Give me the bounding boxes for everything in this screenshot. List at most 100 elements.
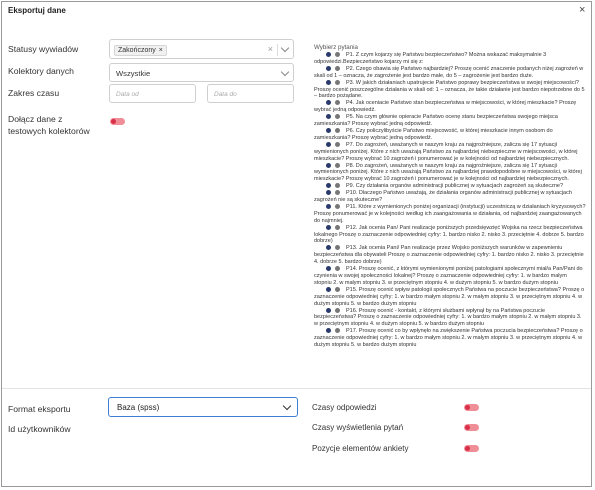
question-item[interactable]: P14. Proszę ocenić, z którymi wymieniony… [314,266,586,287]
date-to-placeholder: Data do [214,91,237,98]
statusy-label: Statusy wywiadów [8,44,79,54]
zakres-label: Zakres czasu [8,88,60,98]
info-dot-icon [335,266,340,272]
info-dot-icon [335,65,340,71]
select-dot-icon[interactable] [326,183,331,189]
question-item[interactable]: P17. Proszę ocenić co by wpłynęło na zwi… [314,328,586,349]
info-dot-icon [335,190,340,196]
dialog-title: Eksportuj dane [8,6,66,15]
question-text: P13. Jak ocenia Pani/ Pan realizacje prz… [314,245,584,266]
format-label: Format eksportu [8,404,71,414]
select-dot-icon[interactable] [326,100,331,106]
question-item[interactable]: P13. Jak ocenia Pani/ Pan realizacje prz… [314,245,586,266]
status-chip: Zakończony × [114,45,167,56]
questions-list: P1. Z czym kojarzy się Państwu bezpiecze… [314,52,586,349]
question-text: P1. Z czym kojarzy się Państwu bezpiecze… [314,52,547,65]
question-text: P16. Proszę ocenić - kontakt, z którymi … [314,307,582,328]
select-dot-icon[interactable] [326,203,331,209]
question-text: P3. W jakich działaniach upatrujecie Pań… [314,79,585,100]
dolacz-label-line2: testowych kolektorów [8,126,90,136]
question-text: P11. Które z wymienionych poniżej organi… [314,203,586,224]
date-to-input[interactable]: Data do [207,84,294,103]
question-text: P12. Jak ocenia Pan/ Pani realizacje pon… [314,224,584,245]
question-text: P17. Proszę ocenić co by wpłynęło na zwi… [314,328,583,349]
question-text: P9. Czy działania organów administracji … [346,183,564,190]
select-dot-icon[interactable] [326,328,331,334]
question-text: P7. Do zagrożeń, uważanych w naszym kraj… [314,141,578,162]
question-item[interactable]: P5. Na czym głównie opieracie Państwo oc… [314,114,586,128]
question-item[interactable]: P8. Do zagrożeń, uważanych w naszym kraj… [314,162,586,184]
info-dot-icon [335,286,340,292]
question-text: P10. Dlaczego Państwo uważają, że działa… [314,190,572,204]
export-dialog: Eksportuj dane × Statusy wywiadów Zakońc… [1,1,592,487]
czasy-wyswietlenia-toggle[interactable] [464,424,479,431]
question-text: P15. Proszę ocenić wpływ patologii społe… [314,286,585,307]
chevron-down-icon[interactable] [280,67,290,77]
questions-title: Wybierz pytania [314,44,358,51]
info-dot-icon [335,245,340,251]
question-text: P2. Czego obawia się Państwo najbardziej… [314,65,584,79]
info-dot-icon [335,307,340,313]
select-dot-icon[interactable] [326,266,331,272]
question-item[interactable]: P3. W jakich działaniach upatrujecie Pań… [314,79,586,101]
pozycje-toggle[interactable] [464,445,479,452]
question-text: P4. Jak oceniacie Państwo stan bezpiecze… [314,100,577,114]
info-dot-icon [335,328,340,334]
id-users-label: Id użytkowników [8,424,71,434]
select-dot-icon[interactable] [326,52,331,57]
czasy-wyswietlenia-label: Czasy wyświetlenia pytań [312,423,404,432]
select-separator [277,44,278,56]
format-select[interactable]: Baza (spss) [108,397,298,417]
info-dot-icon [335,162,340,168]
chevron-down-icon[interactable] [282,401,292,411]
question-item[interactable]: P1. Z czym kojarzy się Państwu bezpiecze… [314,52,586,66]
question-item[interactable]: P7. Do zagrożeń, uważanych w naszym kraj… [314,141,586,163]
info-dot-icon [335,224,340,230]
select-dot-icon[interactable] [326,224,331,230]
question-item[interactable]: P6. Czy policzylibyście Państwo miejscow… [314,127,586,142]
status-chip-label: Zakończony [118,47,156,54]
question-item[interactable]: P10. Dlaczego Państwo uważają, że działa… [314,190,586,204]
date-from-input[interactable]: Data od [109,84,196,103]
question-item[interactable]: P9. Czy działania organów administracji … [314,183,586,190]
info-dot-icon [335,114,340,120]
close-icon[interactable]: × [579,5,585,16]
clear-icon[interactable]: × [268,44,273,54]
question-item[interactable]: P2. Czego obawia się Państwo najbardziej… [314,65,586,80]
info-dot-icon [335,127,340,133]
question-text: P8. Do zagrożeń, uważanych w naszym kraj… [314,162,582,183]
select-dot-icon[interactable] [326,65,331,71]
info-dot-icon [335,100,340,106]
czasy-odpowiedzi-label: Czasy odpowiedzi [312,403,377,412]
kolektory-label: Kolektory danych [8,66,74,76]
select-dot-icon[interactable] [326,162,331,168]
select-dot-icon[interactable] [326,307,331,313]
format-value: Baza (spss) [117,403,160,412]
select-dot-icon[interactable] [326,114,331,120]
question-text: P5. Na czym głównie opieracie Państwo oc… [314,114,558,128]
divider [2,388,591,389]
select-dot-icon[interactable] [326,79,331,85]
question-item[interactable]: P12. Jak ocenia Pan/ Pani realizacje pon… [314,224,586,246]
question-item[interactable]: P4. Jak oceniacie Państwo stan bezpiecze… [314,100,586,114]
select-dot-icon[interactable] [326,286,331,292]
question-text: P14. Proszę ocenić, z którymi wymieniony… [314,266,583,286]
pozycje-label: Pozycje elementów ankiety [312,444,409,453]
question-text: P6. Czy policzylibyście Państwo miejscow… [314,127,553,141]
select-dot-icon[interactable] [326,190,331,196]
question-item[interactable]: P11. Które z wymienionych poniżej organi… [314,203,586,225]
info-dot-icon [335,79,340,85]
kolektory-select[interactable]: Wszystkie [109,63,294,82]
question-item[interactable]: P15. Proszę ocenić wpływ patologii społe… [314,286,586,308]
select-dot-icon[interactable] [326,141,331,147]
statusy-select[interactable]: Zakończony × × [109,39,294,59]
dolacz-label-line1: Dołącz dane z [8,114,63,124]
select-dot-icon[interactable] [326,245,331,251]
select-dot-icon[interactable] [326,127,331,133]
test-collectors-toggle[interactable] [110,118,125,125]
info-dot-icon [335,52,340,57]
chip-remove-icon[interactable]: × [159,47,163,54]
question-item[interactable]: P16. Proszę ocenić - kontakt, z którymi … [314,307,586,329]
czasy-odpowiedzi-toggle[interactable] [464,404,479,411]
chevron-down-icon[interactable] [280,43,290,53]
